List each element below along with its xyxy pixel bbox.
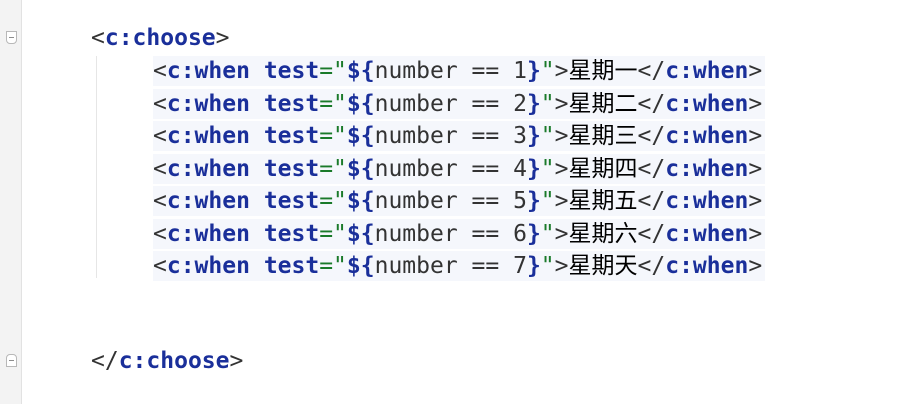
indent-guide	[96, 56, 97, 278]
when-body-text: 星期一	[568, 58, 638, 84]
tag-name: c:when	[166, 58, 250, 84]
attribute-name: test	[263, 253, 320, 279]
when-body-text: 星期二	[568, 90, 638, 117]
el-open: ${	[346, 188, 375, 214]
el-close: }	[526, 253, 541, 279]
tag-name: c:when	[166, 155, 250, 182]
code-line-when[interactable]: <c:when test="${number == 1}">星期一</c:whe…	[153, 56, 766, 86]
tag-name: c:when	[665, 188, 749, 214]
el-expression: number == 6	[374, 220, 527, 247]
el-close: }	[526, 123, 541, 149]
when-body-text: 星期五	[568, 188, 638, 214]
el-close: }	[526, 155, 541, 182]
el-close: }	[526, 58, 541, 84]
when-body-text: 星期四	[568, 155, 638, 182]
tag-name: c:choose	[118, 348, 230, 374]
attribute-name: test	[263, 188, 320, 214]
el-open: ${	[346, 90, 375, 117]
tag-name: c:when	[166, 123, 250, 149]
tag-name: c:when	[665, 58, 749, 84]
tag-name: c:when	[665, 253, 749, 279]
tag-name: c:when	[665, 90, 749, 117]
el-expression: number == 2	[374, 90, 527, 117]
el-close: }	[526, 188, 541, 214]
el-expression: number == 3	[374, 123, 527, 149]
when-body-text: 星期天	[568, 253, 638, 279]
when-body-text: 星期三	[568, 123, 638, 149]
code-line-when[interactable]: <c:when test="${number == 7}">星期天</c:whe…	[153, 251, 766, 281]
el-open: ${	[346, 123, 375, 149]
when-body-text: 星期六	[568, 220, 638, 247]
attribute-name: test	[263, 90, 320, 117]
code-editor[interactable]: <c:choose> <c:when test="${number == 1}"…	[0, 0, 910, 404]
attribute-name: test	[263, 123, 320, 149]
code-line-when[interactable]: <c:when test="${number == 2}">星期二</c:whe…	[153, 88, 766, 119]
editor-gutter	[0, 0, 22, 404]
el-expression: number == 4	[374, 155, 527, 182]
el-open: ${	[346, 253, 375, 279]
code-line-when[interactable]: <c:when test="${number == 4}">星期四</c:whe…	[153, 153, 766, 184]
fold-end-icon[interactable]	[6, 354, 17, 367]
fold-collapse-icon[interactable]	[6, 31, 17, 44]
el-close: }	[526, 220, 541, 247]
tag-name: c:when	[665, 220, 749, 247]
code-line-open-choose[interactable]: <c:choose>	[91, 23, 230, 53]
el-expression: number == 7	[374, 253, 527, 279]
el-open: ${	[346, 155, 375, 182]
attribute-name: test	[263, 58, 320, 84]
tag-name: c:when	[166, 253, 250, 279]
code-line-when[interactable]: <c:when test="${number == 6}">星期六</c:whe…	[153, 218, 766, 249]
tag-name: c:when	[665, 123, 749, 149]
attribute-name: test	[263, 155, 320, 182]
code-line-when[interactable]: <c:when test="${number == 5}">星期五</c:whe…	[153, 186, 766, 216]
tag-name: c:choose	[104, 25, 216, 51]
el-open: ${	[346, 58, 375, 84]
el-expression: number == 5	[374, 188, 527, 214]
tag-name: c:when	[665, 155, 749, 182]
tag-name: c:when	[166, 220, 250, 247]
code-line-close-choose[interactable]: </c:choose>	[91, 346, 243, 376]
el-open: ${	[346, 220, 375, 247]
el-close: }	[526, 90, 541, 117]
tag-name: c:when	[166, 188, 250, 214]
code-line-when[interactable]: <c:when test="${number == 3}">星期三</c:whe…	[153, 121, 766, 151]
el-expression: number == 1	[374, 58, 527, 84]
attribute-name: test	[263, 220, 320, 247]
tag-name: c:when	[166, 90, 250, 117]
